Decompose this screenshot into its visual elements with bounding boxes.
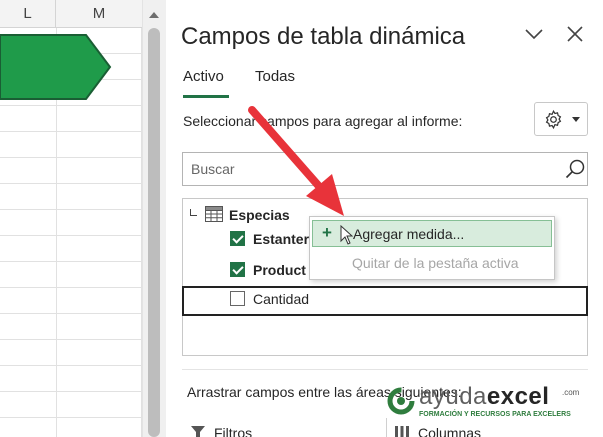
menu-item-quitar[interactable]: Quitar de la pestaña activa (312, 250, 552, 277)
field-cantidad[interactable]: Cantidad (253, 291, 309, 307)
search-placeholder: Buscar (191, 161, 235, 177)
close-icon[interactable] (563, 22, 587, 46)
grid-line (0, 157, 142, 158)
table-icon (205, 206, 223, 222)
green-pentagon-shape[interactable] (0, 34, 112, 100)
search-icon[interactable] (564, 158, 586, 180)
logo-brand: ayudaexcel (419, 383, 549, 411)
grid-line (0, 209, 142, 210)
logo-domain: .com (562, 388, 580, 397)
grid-line (0, 183, 142, 184)
plus-icon: + (322, 223, 332, 242)
logo-mark-icon (387, 387, 415, 415)
grid-line (0, 261, 142, 262)
chevron-down-icon[interactable] (522, 22, 546, 46)
mouse-cursor-icon (340, 225, 354, 245)
watermark-logo: ayudaexcel .com FORMACIÓN Y RECURSOS PAR… (387, 383, 597, 424)
grid-line (0, 391, 142, 392)
logo-tagline: FORMACIÓN Y RECURSOS PARA EXCELERS (419, 411, 571, 418)
scroll-up-arrow-icon[interactable] (149, 12, 159, 18)
grid-line (0, 105, 142, 106)
tools-button[interactable] (534, 102, 588, 136)
filter-icon (191, 426, 205, 437)
pivot-fields-panel: Campos de tabla dinámica Activo Todas Se… (166, 0, 603, 437)
area-columnas[interactable]: Columnas (418, 425, 481, 437)
area-filtros[interactable]: Filtros (214, 425, 252, 437)
grid-line (0, 313, 142, 314)
checkbox-product[interactable] (230, 262, 245, 277)
gear-icon (545, 109, 562, 130)
menu-item-label: Agregar medida... (353, 226, 465, 242)
tab-todas[interactable]: Todas (255, 68, 295, 85)
grid-line (0, 235, 142, 236)
spreadsheet-grid[interactable]: L M (0, 0, 142, 437)
columns-icon (395, 426, 409, 437)
field-product[interactable]: Product (253, 262, 306, 278)
grid-line (0, 131, 142, 132)
menu-item-label: Quitar de la pestaña activa (352, 255, 519, 271)
divider (182, 369, 588, 370)
panel-title: Campos de tabla dinámica (181, 23, 466, 50)
logo-brand-light: ayuda (419, 383, 487, 410)
scrollbar-thumb[interactable] (148, 28, 160, 437)
logo-brand-bold: excel (486, 383, 550, 410)
vertical-scrollbar[interactable] (142, 0, 166, 437)
tab-activo[interactable]: Activo (183, 68, 224, 85)
collapse-icon[interactable] (190, 209, 197, 216)
column-header-l[interactable]: L (0, 0, 56, 28)
active-tab-indicator (183, 95, 229, 98)
chevron-down-icon (572, 117, 580, 122)
grid-line (0, 365, 142, 366)
grid-line (0, 287, 142, 288)
checkbox-cantidad[interactable] (230, 291, 245, 306)
field-estanter[interactable]: Estanter (253, 231, 309, 247)
grid-line (0, 339, 142, 340)
checkbox-estanter[interactable] (230, 231, 245, 246)
grid-line (0, 417, 142, 418)
column-header-m[interactable]: M (56, 0, 142, 28)
red-arrow-annotation (248, 106, 344, 216)
